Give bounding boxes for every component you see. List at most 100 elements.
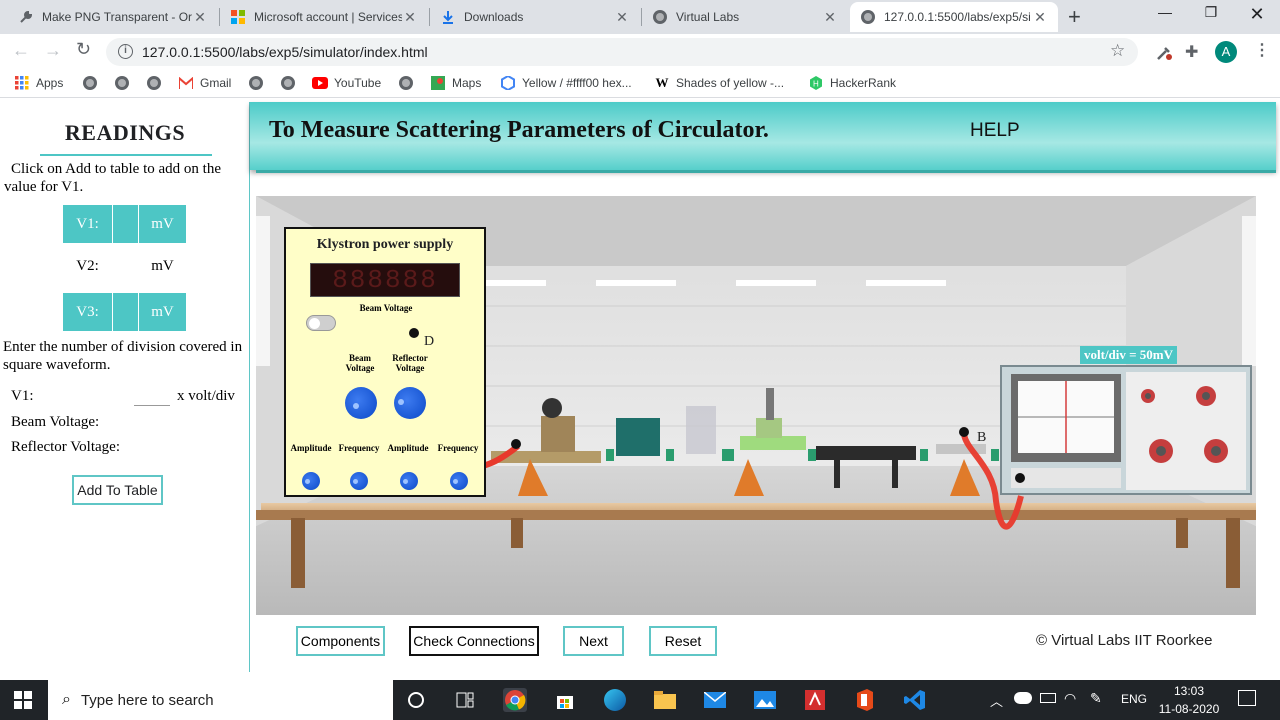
bookmark-label: Yellow / #ffff00 hex... (522, 76, 632, 90)
reset-button[interactable]: Reset (649, 626, 717, 656)
division-instruction: Enter the number of division covered in … (3, 339, 243, 373)
readings-title: READINGS (64, 120, 186, 145)
task-view-icon[interactable] (453, 688, 477, 712)
tab-downloads[interactable]: Downloads ✕ (430, 2, 640, 32)
address-bar[interactable]: i 127.0.0.1:5500/labs/exp5/simulator/ind… (106, 38, 1138, 66)
clock-date[interactable]: 11-08-2020 (1152, 702, 1226, 716)
photos-icon[interactable] (753, 688, 777, 712)
reload-icon[interactable]: ↻ (76, 39, 91, 60)
mail-icon[interactable] (703, 688, 727, 712)
close-icon[interactable]: ✕ (192, 9, 208, 26)
taskbar-search-placeholder: Type here to search (80, 691, 214, 709)
forward-icon[interactable]: → (44, 40, 62, 61)
bookmark-label: YouTube (334, 76, 382, 90)
v3-value-cell (112, 292, 139, 332)
simulator-stage: Klystron power supply 888888 Beam Voltag… (256, 196, 1256, 615)
minimize-button[interactable]: — (1142, 4, 1188, 28)
windows-start-icon[interactable] (14, 691, 32, 712)
clock-time[interactable]: 13:03 (1158, 684, 1220, 698)
restore-button[interactable]: ❐ (1188, 4, 1234, 28)
next-button[interactable]: Next (563, 626, 624, 656)
svg-text:H: H (813, 80, 819, 89)
power-toggle[interactable] (306, 315, 336, 331)
bookmark-yellow-ffff00-hex[interactable]: Yellow / #ffff00 hex... (500, 75, 632, 91)
acrobat-icon[interactable] (803, 688, 827, 712)
globe-icon (146, 75, 162, 91)
pen-icon[interactable]: ✎ (1090, 690, 1102, 707)
reflector-voltage-knob[interactable] (394, 387, 426, 419)
help-link[interactable]: HELP (970, 120, 1020, 142)
terminal-d[interactable] (409, 328, 419, 338)
extension-eyedropper-icon[interactable] (1154, 43, 1174, 63)
bookmark-globe-1[interactable] (82, 75, 104, 91)
v1-value-cell (112, 204, 139, 244)
bookmark-gmail[interactable]: Gmail (178, 75, 231, 91)
add-instruction: Click on Add to table to add on the valu… (4, 161, 221, 195)
tab-virtual-labs[interactable]: Virtual Labs ✕ (642, 2, 848, 32)
readings-underline (40, 154, 212, 156)
v1-unit-cell: mV (138, 204, 187, 244)
frequency-knob-1[interactable] (350, 472, 368, 490)
globe-icon (248, 75, 264, 91)
bookmark-star-icon[interactable]: ☆ (1110, 41, 1125, 61)
info-icon[interactable]: i (118, 44, 133, 59)
back-icon[interactable]: ← (12, 40, 30, 61)
bookmark-maps[interactable]: Maps (430, 75, 481, 91)
reflector-voltage-label: Reflector Voltage: (11, 439, 120, 455)
v1-division-input[interactable] (134, 392, 170, 406)
file-explorer-icon[interactable] (653, 688, 677, 712)
search-icon: ⌕ (62, 691, 71, 708)
close-icon[interactable]: ✕ (614, 9, 630, 26)
vscode-icon[interactable] (903, 688, 927, 712)
close-icon[interactable]: ✕ (822, 9, 838, 26)
amplitude-label-2: Amplitude (387, 443, 429, 453)
close-icon[interactable]: ✕ (402, 9, 418, 26)
onedrive-icon[interactable] (1014, 692, 1032, 704)
office-icon[interactable] (853, 688, 877, 712)
wifi-icon[interactable]: ◠ (1064, 690, 1076, 707)
edge-icon[interactable] (603, 688, 627, 712)
bookmarks-bar: Apps Gmail YouTube Maps Yellow / #ffff00 hex… (0, 70, 1280, 98)
check-connections-button[interactable]: Check Connections (409, 626, 539, 656)
tab-simulator[interactable]: 127.0.0.1:5500/labs/exp5/si ✕ (850, 2, 1058, 32)
bookmark-globe-8[interactable] (398, 75, 420, 91)
bookmark-globe-6[interactable] (280, 75, 302, 91)
menu-kebab-icon[interactable]: ⋮ (1254, 40, 1270, 60)
close-icon[interactable]: ✕ (1032, 9, 1048, 26)
tab-microsoft-account[interactable]: Microsoft account | Services ✕ (220, 2, 428, 32)
window-close-button[interactable]: ✕ (1234, 4, 1280, 28)
bookmark-globe-2[interactable] (114, 75, 136, 91)
bookmark-hackerrank[interactable]: H HackerRank (808, 75, 896, 91)
store-icon[interactable] (553, 688, 577, 712)
tab-make-png[interactable]: Make PNG Transparent - Or ✕ (8, 2, 218, 32)
v1-label-cell: V1: (62, 204, 113, 244)
globe-icon (652, 9, 668, 25)
amplitude-knob-1[interactable] (302, 472, 320, 490)
youtube-icon (312, 75, 328, 91)
new-tab-button[interactable]: + (1068, 4, 1081, 30)
frequency-knob-2[interactable] (450, 472, 468, 490)
extensions-puzzle-icon[interactable]: ✚ (1185, 42, 1198, 62)
klystron-power-supply-panel: Klystron power supply 888888 Beam Voltag… (284, 227, 486, 497)
bookmark-apps[interactable]: Apps (14, 75, 63, 91)
cortana-icon[interactable] (404, 688, 428, 712)
language-indicator[interactable]: ENG (1121, 692, 1147, 706)
show-hidden-icons[interactable]: ︿ (990, 691, 1003, 710)
globe-icon (280, 75, 296, 91)
bookmark-globe-3[interactable] (146, 75, 168, 91)
components-button[interactable]: Components (296, 626, 385, 656)
battery-icon[interactable] (1040, 693, 1056, 703)
notifications-icon[interactable] (1238, 690, 1256, 706)
bookmark-shades-of-yellow[interactable]: W Shades of yellow -... (654, 75, 785, 91)
bookmark-youtube[interactable]: YouTube (312, 75, 381, 91)
microsoft-icon (230, 9, 246, 25)
taskbar-search-box[interactable]: ⌕ Type here to search (48, 680, 393, 720)
profile-avatar[interactable]: A (1215, 41, 1237, 63)
bookmark-globe-5[interactable] (248, 75, 270, 91)
beam-voltage-knob[interactable] (345, 387, 377, 419)
add-to-table-button[interactable]: Add To Table (72, 475, 163, 505)
amplitude-knob-2[interactable] (400, 472, 418, 490)
chrome-icon[interactable] (503, 688, 527, 712)
amplitude-label-1: Amplitude (290, 443, 332, 453)
volt-div-suffix: x volt/div (177, 388, 235, 404)
